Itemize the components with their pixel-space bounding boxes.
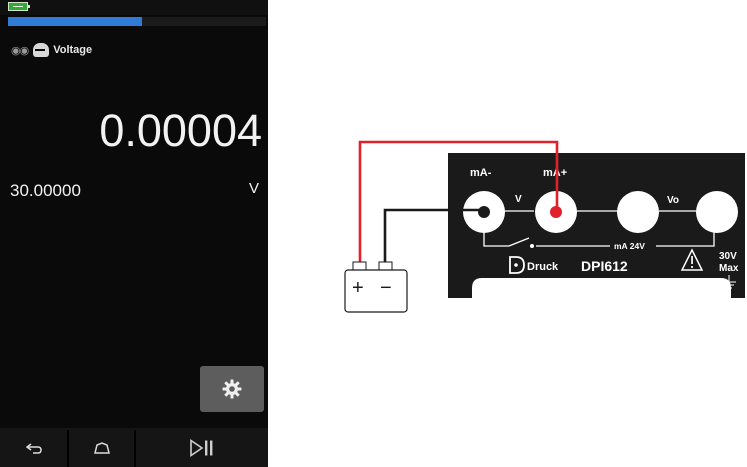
label-vo: Vo [667, 195, 679, 206]
terminal-4 [696, 191, 738, 233]
model-label: DPI612 [581, 258, 628, 274]
warning-voltage-label: 30V [719, 251, 737, 262]
brand-label: Druck [527, 261, 559, 273]
label-v: V [515, 194, 522, 205]
terminal-ma-minus-socket [478, 206, 490, 218]
wiring-diagram: mA- mA+ V Vo mA 24V Druck DPI612 30V Max… [344, 140, 745, 313]
label-ma-24v: mA 24V [614, 241, 645, 251]
battery-plus-label: + [352, 277, 364, 299]
switch-contact [530, 244, 534, 248]
battery-minus-label: − [380, 277, 392, 299]
terminal-3 [617, 191, 659, 233]
label-ma-minus: mA- [470, 167, 492, 179]
warning-max-label: Max [719, 263, 739, 274]
label-ma-plus: mA+ [543, 167, 567, 179]
